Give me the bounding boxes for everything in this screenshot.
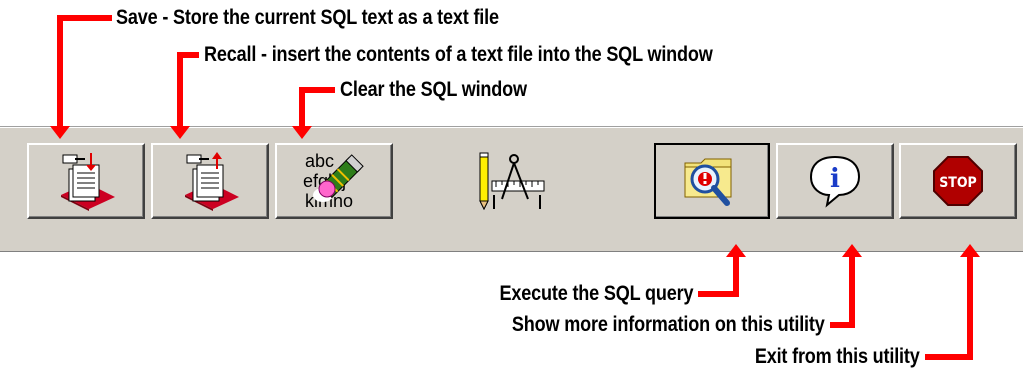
recall-callout-arrow [170, 126, 190, 139]
info-callout-arrow [842, 244, 862, 257]
save-callout-line [57, 15, 112, 130]
clear-callout-label: Clear the SQL window [340, 78, 527, 101]
execute-callout-line [698, 251, 739, 297]
clear-callout-arrow [292, 126, 312, 139]
exit-callout-label: Exit from this utility [755, 345, 920, 368]
info-callout-label: Show more information on this utility [512, 313, 825, 336]
execute-callout-label: Execute the SQL query [499, 282, 693, 305]
exit-callout-arrow [960, 244, 980, 257]
save-callout-arrow [50, 126, 70, 139]
exit-callout-line [925, 251, 973, 360]
save-callout-label: Save - Store the current SQL text as a t… [116, 6, 499, 29]
clear-callout-line [299, 87, 335, 130]
info-callout-line [830, 251, 855, 328]
execute-callout-arrow [726, 244, 746, 257]
recall-callout-label: Recall - insert the contents of a text f… [204, 43, 713, 66]
recall-callout-line [177, 52, 199, 130]
